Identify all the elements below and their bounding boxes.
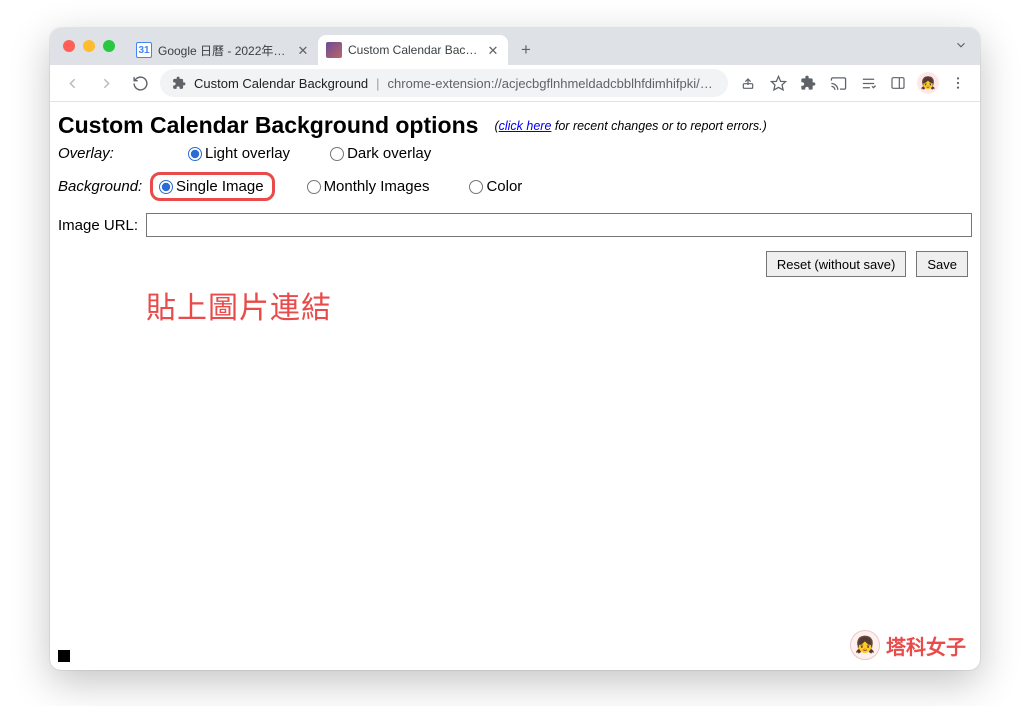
save-button[interactable]: Save <box>916 251 968 277</box>
annotation-text: 貼上圖片連結 <box>146 283 972 327</box>
radio-input[interactable] <box>469 180 483 194</box>
close-window-button[interactable] <box>63 40 75 52</box>
tab-strip: 31 Google 日曆 - 2022年4月 ✕ Custom Calendar… <box>50 28 980 65</box>
extension-favicon-icon <box>326 42 342 58</box>
avatar-icon: 👧 <box>917 72 939 94</box>
browser-window: 31 Google 日曆 - 2022年4月 ✕ Custom Calendar… <box>50 28 980 670</box>
radio-input[interactable] <box>330 147 344 161</box>
overlay-row: Overlay: Light overlay Dark overlay <box>58 145 972 162</box>
minimize-window-button[interactable] <box>83 40 95 52</box>
tab-title: Google 日曆 - 2022年4月 <box>158 42 290 59</box>
new-tab-button[interactable]: + <box>512 36 540 64</box>
back-button[interactable] <box>58 69 86 97</box>
radio-input[interactable] <box>188 147 202 161</box>
image-url-label: Image URL: <box>58 217 138 234</box>
button-row: Reset (without save) Save <box>58 251 972 277</box>
close-tab-icon[interactable]: ✕ <box>486 43 500 57</box>
extensions-button[interactable] <box>794 69 822 97</box>
black-square-icon <box>58 650 70 662</box>
profile-avatar[interactable]: 👧 <box>914 69 942 97</box>
forward-button[interactable] <box>92 69 120 97</box>
tab-overflow-icon[interactable] <box>954 38 968 52</box>
watermark-icon: 👧 <box>850 630 880 660</box>
reset-button[interactable]: Reset (without save) <box>766 251 907 277</box>
calendar-favicon-icon: 31 <box>136 42 152 58</box>
cast-button[interactable] <box>824 69 852 97</box>
reload-button[interactable] <box>126 69 154 97</box>
overlay-dark-radio[interactable]: Dark overlay <box>330 145 431 162</box>
image-url-row: Image URL: <box>58 213 972 237</box>
tab-custom-calendar-background[interactable]: Custom Calendar Background … ✕ <box>318 35 508 65</box>
background-single-radio[interactable]: Single Image <box>159 178 264 195</box>
overlay-light-radio[interactable]: Light overlay <box>188 145 290 162</box>
background-monthly-radio[interactable]: Monthly Images <box>307 178 430 195</box>
maximize-window-button[interactable] <box>103 40 115 52</box>
menu-button[interactable] <box>944 69 972 97</box>
changes-link[interactable]: click here <box>499 119 552 133</box>
watermark-text: 塔科女子 <box>886 631 966 660</box>
toolbar-right: 👧 <box>734 69 972 97</box>
bookmark-button[interactable] <box>764 69 792 97</box>
tab-google-calendar[interactable]: 31 Google 日曆 - 2022年4月 ✕ <box>128 35 318 65</box>
radio-input[interactable] <box>159 180 173 194</box>
tab-title: Custom Calendar Background … <box>348 43 480 57</box>
background-label: Background: <box>58 178 158 195</box>
background-color-radio[interactable]: Color <box>469 178 522 195</box>
share-button[interactable] <box>734 69 762 97</box>
omnibox-url: chrome-extension://acjecbgflnhmeldadcbbl… <box>388 76 716 91</box>
highlight-box: Single Image <box>150 172 275 201</box>
background-row: Background: Single Image Monthly Images … <box>58 172 972 201</box>
omnibox-separator: | <box>376 76 379 91</box>
reading-list-button[interactable] <box>854 69 882 97</box>
page-content: Custom Calendar Background options (clic… <box>50 102 980 670</box>
close-tab-icon[interactable]: ✕ <box>296 43 310 57</box>
watermark: 👧 塔科女子 <box>850 630 966 660</box>
window-controls <box>63 40 115 52</box>
overlay-label: Overlay: <box>58 145 148 162</box>
changes-note: (click here for recent changes or to rep… <box>494 119 766 133</box>
omnibox-extension-chip: Custom Calendar Background <box>194 76 368 91</box>
image-url-input[interactable] <box>146 213 972 237</box>
address-bar[interactable]: Custom Calendar Background | chrome-exte… <box>160 69 728 97</box>
side-panel-button[interactable] <box>884 69 912 97</box>
extension-icon <box>172 76 186 90</box>
browser-toolbar: Custom Calendar Background | chrome-exte… <box>50 65 980 102</box>
radio-input[interactable] <box>307 180 321 194</box>
page-title: Custom Calendar Background options <box>58 112 478 139</box>
